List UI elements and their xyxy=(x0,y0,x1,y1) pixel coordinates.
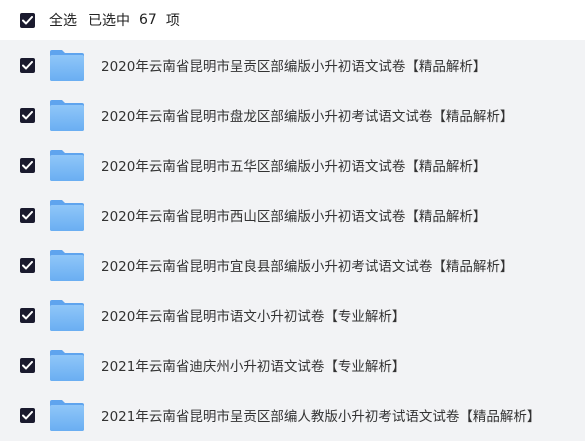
folder-icon xyxy=(50,250,84,281)
file-name[interactable]: 2020年云南省昆明市五华区部编版小升初语文试卷【精品解析】 xyxy=(101,155,486,175)
checkmark-icon xyxy=(22,260,33,269)
file-row[interactable]: 2020年云南省昆明市宜良县部编版小升初考试语文试卷【精品解析】 xyxy=(0,240,585,290)
file-checkbox[interactable] xyxy=(20,307,35,323)
selected-unit: 项 xyxy=(165,13,180,29)
checkmark-icon xyxy=(22,15,33,24)
file-checkbox[interactable] xyxy=(20,57,35,73)
folder-icon xyxy=(50,150,84,181)
file-name[interactable]: 2020年云南省昆明市盘龙区部编版小升初考试语文试卷【精品解析】 xyxy=(101,105,513,125)
checkmark-icon xyxy=(22,410,33,419)
file-row[interactable]: 2020年云南省昆明市盘龙区部编版小升初考试语文试卷【精品解析】 xyxy=(0,90,585,140)
file-checkbox[interactable] xyxy=(20,107,35,123)
file-name[interactable]: 2020年云南省昆明市宜良县部编版小升初考试语文试卷【精品解析】 xyxy=(101,255,513,275)
selected-text: 已选中 xyxy=(88,13,130,29)
file-row[interactable]: 2020年云南省昆明市呈贡区部编版小升初语文试卷【精品解析】 xyxy=(0,40,585,90)
file-name[interactable]: 2021年云南省昆明市呈贡区部编人教版小升初考试语文试卷【精品解析】 xyxy=(101,405,540,425)
selection-header: 全选 已选中 67 项 xyxy=(0,0,585,40)
file-row[interactable]: 2020年云南省昆明市五华区部编版小升初语文试卷【精品解析】 xyxy=(0,140,585,190)
file-list: 2020年云南省昆明市呈贡区部编版小升初语文试卷【精品解析】 2020年云南省昆… xyxy=(0,40,585,441)
folder-icon xyxy=(50,300,84,331)
checkmark-icon xyxy=(22,160,33,169)
checkmark-icon xyxy=(22,110,33,119)
select-all-checkbox[interactable] xyxy=(20,12,35,28)
file-checkbox[interactable] xyxy=(20,257,35,273)
file-name[interactable]: 2020年云南省昆明市呈贡区部编版小升初语文试卷【精品解析】 xyxy=(101,55,486,75)
file-name[interactable]: 2021年云南省迪庆州小升初语文试卷【专业解析】 xyxy=(101,355,405,375)
file-row[interactable]: 2020年云南省昆明市西山区部编版小升初语文试卷【精品解析】 xyxy=(0,190,585,240)
folder-icon xyxy=(50,350,84,381)
file-checkbox[interactable] xyxy=(20,157,35,173)
file-checkbox[interactable] xyxy=(20,207,35,223)
file-row[interactable]: 2021年云南省昆明市呈贡区部编人教版小升初考试语文试卷【精品解析】 xyxy=(0,390,585,440)
folder-icon xyxy=(50,400,84,431)
folder-icon xyxy=(50,50,84,81)
checkmark-icon xyxy=(22,360,33,369)
checkmark-icon xyxy=(22,210,33,219)
file-row[interactable]: 2020年云南省昆明市语文小升初试卷【专业解析】 xyxy=(0,290,585,340)
file-checkbox[interactable] xyxy=(20,357,35,373)
file-checkbox[interactable] xyxy=(20,407,35,423)
checkmark-icon xyxy=(22,310,33,319)
checkmark-icon xyxy=(22,60,33,69)
file-row[interactable]: 2021年云南省迪庆州小升初语文试卷【专业解析】 xyxy=(0,340,585,390)
file-name[interactable]: 2020年云南省昆明市西山区部编版小升初语文试卷【精品解析】 xyxy=(101,205,486,225)
folder-icon xyxy=(50,100,84,131)
selected-count: 67 xyxy=(139,12,157,28)
file-name[interactable]: 2020年云南省昆明市语文小升初试卷【专业解析】 xyxy=(101,305,405,325)
folder-icon xyxy=(50,200,84,231)
select-all-label[interactable]: 全选 xyxy=(49,10,77,30)
